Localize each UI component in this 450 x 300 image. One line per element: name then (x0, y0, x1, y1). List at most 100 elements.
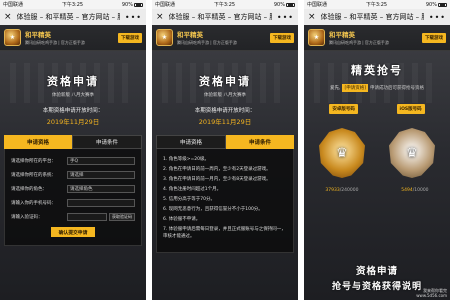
ios-number-button[interactable]: iOS版号码 (396, 104, 425, 114)
game-app-icon: ★ (308, 29, 325, 46)
phone-screen-conditions: 中国联通 下午3:25 90% × 体验服 – 和平精英 – 官方网站 – 腾.… (152, 0, 298, 300)
status-bar: 中国联通 下午3:25 90% (304, 0, 450, 9)
game-app-icon: ★ (156, 29, 173, 46)
period-date: 2019年11月29日 (198, 118, 252, 126)
form-label: 请选择你所在的平台： (11, 158, 56, 164)
carrier-label: 中国联通 (307, 2, 328, 8)
battery-icon (286, 2, 295, 7)
download-game-button[interactable]: 下载游戏 (118, 32, 142, 43)
get-code-button[interactable]: 获取验证码 (109, 212, 135, 221)
ios-emblem-icon[interactable]: ♛ (389, 128, 435, 178)
more-icon[interactable]: ••• (429, 13, 446, 22)
user-name: 爱先, (330, 86, 341, 91)
app-subtitle: 腾讯自研吃鸡手游 | 官方正版手游 (177, 40, 237, 45)
close-icon[interactable]: × (156, 12, 164, 22)
tab-apply[interactable]: 申请资格 (156, 135, 226, 149)
period-label: 本期资格申请开放时间： (42, 108, 104, 114)
count-row: 37933/240000 5494/10000 (304, 188, 450, 193)
condition-item: 3. 角色在申请日的前一月内，至少有8天登录过游戏。 (163, 177, 271, 182)
watermark: 我来帮你看完 www.5d56.com (416, 288, 447, 298)
tab-conditions[interactable]: 申请条件 (72, 135, 142, 149)
download-game-button[interactable]: 下载游戏 (270, 32, 294, 43)
page-title: 体验服 – 和平精英 – 官方网站 – 腾... (168, 13, 272, 21)
user-row: 爱先, [申请资格] 申请成功后可获得抢号资格 (304, 84, 450, 92)
android-emblem-icon[interactable]: ♛ (319, 128, 365, 178)
phone-screen-elite-grab: 中国联通 下午3:25 90% × 体验服 – 和平精英 – 官方网站 – 腾.… (304, 0, 450, 300)
status-bar: 中国联通 下午3:25 90% (152, 0, 298, 9)
app-banner: ★ 和平精英 腾讯自研吃鸡手游 | 官方正版手游 下载游戏 (304, 25, 450, 51)
battery: 90% (274, 2, 295, 8)
status-bar: 中国联通 下午3:25 90% (0, 0, 146, 9)
page-title: 体验服 – 和平精英 – 官方网站 – 腾... (16, 13, 120, 21)
android-number-button[interactable]: 安卓版号码 (329, 104, 358, 114)
tab-conditions[interactable]: 申请条件 (226, 135, 294, 149)
app-banner: ★ 和平精英 腾讯自研吃鸡手游 | 官方正版手游 下载游戏 (0, 25, 146, 51)
close-icon[interactable]: × (308, 12, 316, 22)
app-subtitle: 腾讯自研吃鸡手游 | 官方正版手游 (25, 40, 85, 45)
screenshot-collage: 中国联通 下午3:25 90% × 体验服 – 和平精英 – 官方网站 – 腾.… (0, 0, 450, 300)
battery-percent: 90% (425, 1, 437, 8)
footer-line-1: 资格申请 (355, 266, 398, 277)
phone-screen-apply-form: 中国联通 下午3:25 90% × 体验服 – 和平精英 – 官方网站 – 腾.… (0, 0, 146, 300)
more-icon[interactable]: ••• (125, 13, 142, 22)
ios-count: 5494/10000 (401, 188, 428, 193)
battery-percent: 90% (273, 1, 285, 8)
ios-count-value: 5494 (401, 188, 413, 193)
battery-icon (438, 2, 447, 7)
condition-item: 2. 角色在申请日的前一周内，至少有2天登录过游戏。 (163, 167, 271, 172)
subheading: 体验新版 八月大赛季 (204, 93, 246, 98)
form-row-code: 请输入验证码： 获取验证码 (11, 211, 135, 222)
condition-item: 7. 体验服申请后需每日登录，并且正式服账号与之保持同一，审核才能通过。 (163, 227, 286, 239)
tab-apply[interactable]: 申请资格 (4, 135, 72, 149)
battery: 90% (426, 2, 447, 8)
submit-button[interactable]: 确认提交申请 (51, 227, 95, 237)
form-row-system: 请选择你所在的系统： 请选择 (11, 169, 135, 180)
tab-bar: 申请资格 申请条件 (4, 135, 142, 149)
time-label: 下午3:25 (213, 2, 236, 8)
form-row-phone: 请输入你的手机号码： (11, 197, 135, 208)
form-label: 请选择你的角色： (11, 186, 47, 192)
app-subtitle: 腾讯自研吃鸡手游 | 官方正版手游 (329, 40, 389, 45)
form-row-role: 请选择你的角色： 请选择角色 (11, 183, 135, 194)
android-count: 37933/240000 (325, 188, 358, 193)
app-name: 和平精英 (329, 31, 355, 39)
app-name: 和平精英 (25, 31, 51, 39)
battery: 90% (122, 2, 143, 8)
platform-select[interactable]: 手Q (67, 156, 135, 165)
code-input[interactable] (67, 212, 107, 221)
conditions-list: 1. 角色等级>=20级。 2. 角色在申请日的前一周内，至少有2天登录过游戏。… (156, 149, 294, 253)
close-icon[interactable]: × (4, 12, 12, 22)
android-count-total: /240000 (339, 188, 359, 193)
condition-item: 6. 体验服不申请。 (163, 217, 201, 222)
form-label: 请输入你的手机号码： (11, 200, 56, 206)
form-label: 请选择你所在的系统： (11, 172, 56, 178)
heading: 资格申请 (47, 75, 99, 88)
phone-input[interactable] (67, 198, 135, 207)
condition-item: 1. 角色等级>=20级。 (163, 157, 209, 162)
ios-count-total: /10000 (412, 188, 429, 193)
apply-form: 请选择你所在的平台： 手Q 请选择你所在的系统： 请选择 请选择你的角色： 请选… (4, 149, 142, 246)
more-icon[interactable]: ••• (277, 13, 294, 22)
subheading: 体验新版 八月大赛季 (52, 93, 94, 98)
apply-status-badge[interactable]: [申请资格] (342, 84, 368, 92)
download-game-button[interactable]: 下载游戏 (422, 32, 446, 43)
heading: 精英抢号 (351, 64, 403, 77)
tab-bar: 申请资格 申请条件 (156, 135, 294, 149)
system-select[interactable]: 请选择 (67, 170, 135, 179)
period-label: 本期资格申请开放时间： (194, 108, 256, 114)
carrier-label: 中国联通 (3, 2, 24, 8)
role-select[interactable]: 请选择角色 (67, 184, 135, 193)
browser-titlebar: × 体验服 – 和平精英 – 官方网站 – 腾... ••• (304, 9, 450, 25)
form-row-platform: 请选择你所在的平台： 手Q (11, 155, 135, 166)
watermark-line: www.5d56.com (416, 293, 447, 298)
platform-row: 安卓版号码 iOS版号码 (304, 104, 450, 114)
page-title: 体验服 – 和平精英 – 官方网站 – 腾... (320, 13, 424, 21)
form-label: 请输入验证码： (11, 214, 43, 220)
browser-titlebar: × 体验服 – 和平精英 – 官方网站 – 腾... ••• (0, 9, 146, 25)
emblem-row: ♛ ♛ (304, 128, 450, 178)
app-name: 和平精英 (177, 31, 203, 39)
condition-item: 4. 角色注册时间超过1个月。 (163, 187, 222, 192)
time-label: 下午3:25 (365, 2, 388, 8)
android-count-value: 37933 (325, 188, 340, 193)
app-banner: ★ 和平精英 腾讯自研吃鸡手游 | 官方正版手游 下载游戏 (152, 25, 298, 51)
